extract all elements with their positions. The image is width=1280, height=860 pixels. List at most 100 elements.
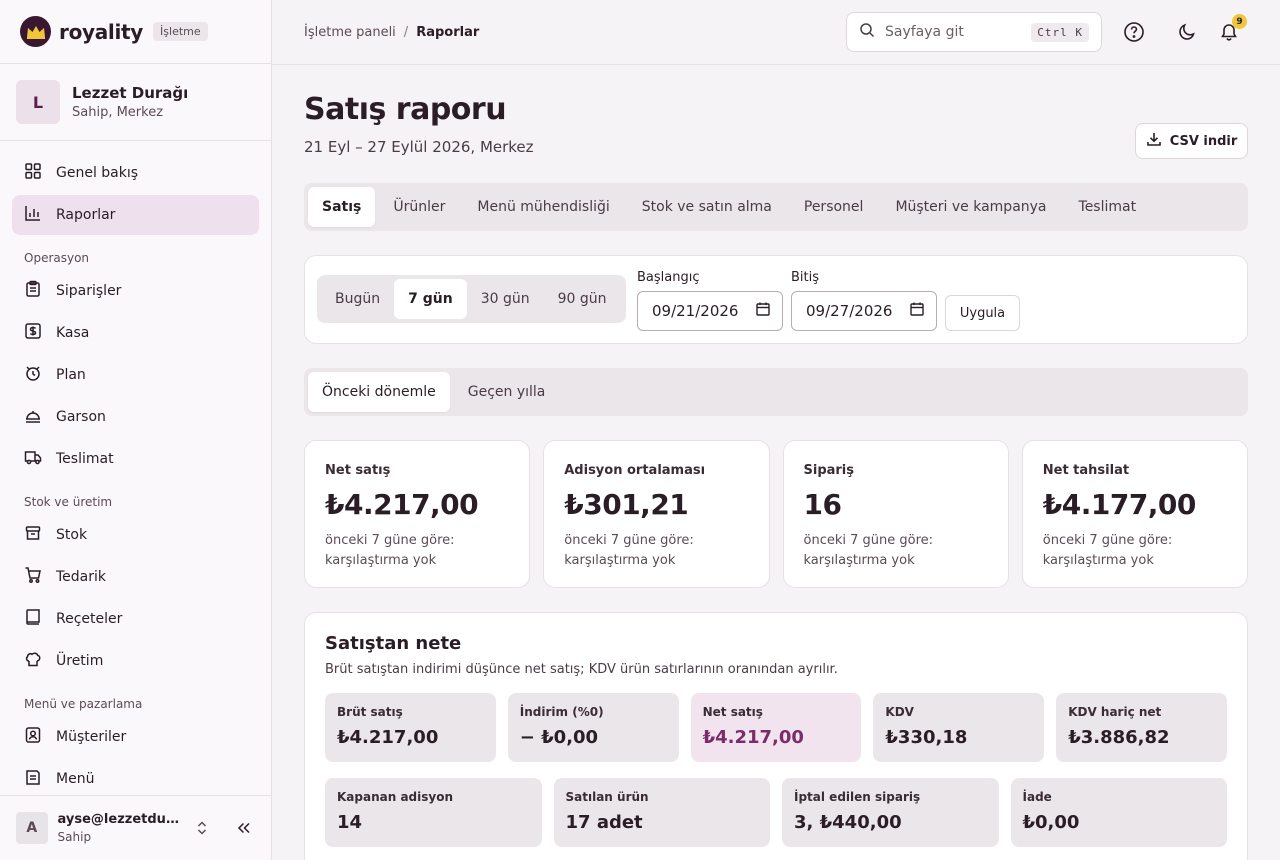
stat-value: ₺3.886,82: [1068, 727, 1170, 748]
sidebar-item-genel-bakis[interactable]: Genel bakış: [12, 153, 259, 193]
stat-value: 17 adet: [565, 812, 643, 833]
sidebar-item-label: Teslimat: [56, 451, 114, 467]
sidebar-item-uretim[interactable]: Üretim: [12, 641, 259, 681]
sidebar-item-tedarik[interactable]: Tedarik: [12, 557, 259, 597]
section-description: Brüt satıştan indirimi düşünce net satış…: [325, 662, 838, 677]
breadcrumb-root[interactable]: İşletme paneli: [304, 25, 396, 40]
stat-iptal-edilen-siparis: İptal edilen sipariş 3, ₺440,00: [782, 778, 999, 847]
kpi-value: 16: [803, 488, 842, 521]
tab-stok-ve-satin-alma[interactable]: Stok ve satın alma: [628, 187, 786, 227]
sidebar-item-plan[interactable]: Plan: [12, 355, 259, 395]
sidebar-item-raporlar[interactable]: Raporlar: [12, 195, 259, 235]
chevrons-up-down-icon[interactable]: [192, 817, 214, 839]
kpi-card-adisyon-ortalamasi: Adisyon ortalaması ₺301,21 önceki 7 güne…: [543, 440, 770, 588]
compare-option-previous-period[interactable]: Önceki dönemle: [308, 372, 450, 412]
stat-brut-satis: Brüt satış ₺4.217,00: [325, 693, 496, 762]
stat-label: Kapanan adisyon: [337, 790, 453, 804]
sidebar-item-label: Siparişler: [56, 283, 122, 299]
end-date-input[interactable]: 09/27/2026: [791, 291, 937, 331]
stat-label: İptal edilen sipariş: [794, 790, 921, 804]
sidebar-item-teslimat[interactable]: Teslimat: [12, 439, 259, 479]
sidebar-item-label: Plan: [56, 367, 86, 383]
dashboard-icon: [24, 162, 42, 184]
waiter-icon: [24, 406, 42, 428]
box-icon: [24, 524, 42, 546]
range-option-90-gun[interactable]: 90 gün: [544, 279, 621, 319]
stat-iade: İade ₺0,00: [1010, 778, 1227, 847]
range-option-30-gun[interactable]: 30 gün: [467, 279, 544, 319]
tab-teslimat[interactable]: Teslimat: [1065, 187, 1151, 227]
sidebar-item-musteriler[interactable]: Müşteriler: [12, 717, 259, 757]
range-selector: Bugün 7 gün 30 gün 90 gün: [317, 275, 626, 323]
tab-menu-muhendisligi[interactable]: Menü mühendisliği: [463, 187, 623, 227]
end-date-value: 09/27/2026: [806, 302, 893, 320]
range-option-bugun[interactable]: Bugün: [321, 279, 394, 319]
cash-icon: [24, 322, 42, 344]
nav-section-title: Menü ve pazarlama: [24, 697, 143, 711]
collapse-sidebar-icon[interactable]: [233, 817, 255, 839]
user-menu[interactable]: A ayse@lezzetduragi.com Sahip: [0, 795, 271, 860]
search-placeholder: Sayfaya git: [885, 24, 964, 40]
sidebar-item-label: Genel bakış: [56, 165, 139, 181]
stat-label: İade: [1022, 790, 1052, 804]
moon-icon[interactable]: [1175, 20, 1199, 44]
tab-satis[interactable]: Satış: [308, 187, 376, 227]
kpi-row: Net satış ₺4.217,00 önceki 7 güne göre: …: [304, 440, 1248, 588]
end-date-label: Bitiş: [791, 270, 820, 285]
csv-download-button[interactable]: CSV indir: [1135, 123, 1248, 159]
chef-hat-icon: [24, 650, 42, 672]
sidebar-item-menu[interactable]: Menü: [12, 759, 259, 799]
tab-urunler[interactable]: Ürünler: [379, 187, 459, 227]
page-subtitle: 21 Eyl – 27 Eylül 2026, Merkez: [304, 138, 534, 156]
org-avatar: L: [16, 80, 60, 124]
sidebar-item-garson[interactable]: Garson: [12, 397, 259, 437]
compare-option-last-year[interactable]: Geçen yılla: [454, 372, 560, 412]
sidebar-item-label: Menü: [56, 771, 95, 787]
tab-musteri-ve-kampanya[interactable]: Müşteri ve kampanya: [881, 187, 1060, 227]
user-avatar: A: [16, 812, 48, 844]
sales-to-net-card: Satıştan nete Brüt satıştan indirimi düş…: [304, 612, 1248, 860]
help-icon[interactable]: [1122, 20, 1146, 44]
sidebar-item-receteler[interactable]: Reçeteler: [12, 599, 259, 639]
calendar-icon[interactable]: [756, 302, 770, 320]
stat-label: Brüt satış: [337, 705, 403, 719]
bell-icon[interactable]: 9: [1217, 14, 1247, 44]
tab-personel[interactable]: Personel: [790, 187, 878, 227]
stat-value: 3, ₺440,00: [794, 812, 902, 833]
page-title: Satış raporu: [304, 92, 507, 127]
book-icon: [24, 608, 42, 630]
contact-icon: [24, 726, 42, 748]
start-date-label: Başlangıç: [637, 270, 700, 285]
brand-name[interactable]: royality: [59, 20, 143, 44]
sidebar-item-stok[interactable]: Stok: [12, 515, 259, 555]
menu-icon: [24, 768, 42, 790]
range-option-7-gun[interactable]: 7 gün: [394, 279, 467, 319]
csv-download-label: CSV indir: [1169, 133, 1238, 149]
kpi-value: ₺301,21: [564, 488, 689, 521]
kpi-label: Net tahsilat: [1042, 463, 1130, 478]
start-date-input[interactable]: 09/21/2026: [637, 291, 783, 331]
start-date-value: 09/21/2026: [652, 302, 739, 320]
apply-button[interactable]: Uygula: [945, 295, 1020, 331]
stat-kapanan-adisyon: Kapanan adisyon 14: [325, 778, 542, 847]
stat-value: 14: [337, 812, 363, 833]
kpi-card-siparis: Sipariş 16 önceki 7 güne göre: karşılaşt…: [782, 440, 1009, 588]
crown-logo-icon[interactable]: [20, 16, 51, 47]
report-tabs: Satış Ürünler Menü mühendisliği Stok ve …: [304, 183, 1248, 231]
comparison-selector: Önceki dönemle Geçen yılla: [304, 368, 1248, 416]
kpi-value: ₺4.177,00: [1042, 488, 1197, 521]
stat-label: Net satış: [702, 705, 763, 719]
search-input[interactable]: Sayfaya git Ctrl K: [846, 12, 1102, 52]
kpi-card-net-tahsilat: Net tahsilat ₺4.177,00 önceki 7 güne gör…: [1021, 440, 1248, 588]
cart-icon: [24, 566, 42, 588]
stat-label: İndirim (%0): [519, 705, 604, 719]
stat-indirim: İndirim (%0) − ₺0,00: [507, 693, 679, 762]
nav-section-title: Stok ve üretim: [24, 495, 113, 509]
calendar-icon[interactable]: [910, 302, 924, 320]
sidebar: royality İşletme L Lezzet Durağı Sahip, …: [0, 0, 272, 860]
sidebar-item-siparisler[interactable]: Siparişler: [12, 271, 259, 311]
org-switcher[interactable]: L Lezzet Durağı Sahip, Merkez: [0, 64, 271, 141]
sidebar-item-kasa[interactable]: Kasa: [12, 313, 259, 353]
download-icon: [1146, 131, 1162, 151]
kpi-note: önceki 7 güne göre: karşılaştırma yok: [1042, 533, 1173, 568]
